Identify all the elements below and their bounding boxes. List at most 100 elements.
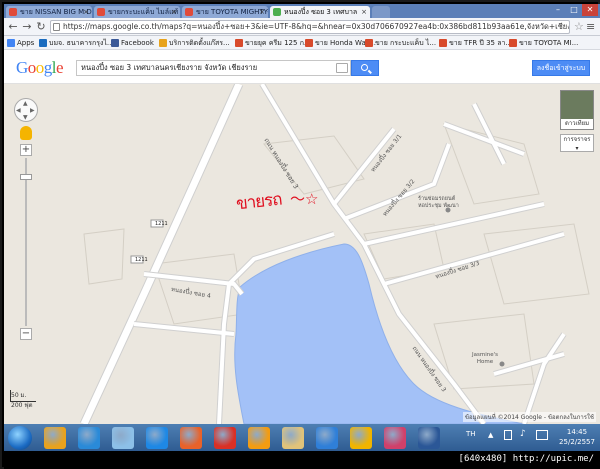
volume-icon[interactable]: ♪ [520,429,526,439]
page-icon [305,39,313,47]
maps-search-input[interactable]: หนองปึ๋ง ซอย 3 เทศบาลนครเชียงราย จังหวัด… [76,60,351,76]
bookmark-bank[interactable]: บมจ. ธนาคารกรุงไ... [38,37,114,49]
bookmark-gas[interactable]: บริการติดตั้งแก๊สร... [158,37,230,49]
map-scale: 50 ม. 200 ฟุต [10,390,36,409]
close-window-icon[interactable]: ✕ [582,4,598,16]
taskbar-app-icon[interactable] [78,427,100,449]
taskbar-app-icon[interactable] [282,427,304,449]
page-icon [39,39,47,47]
scale-metric: 50 ม. [11,392,27,399]
bookmark-tfr[interactable]: ขาย TFR ปี 35 ลา... [438,37,512,49]
taskbar-app-icon[interactable] [146,427,168,449]
tab-label: ขายกระบะแค็บ ไมล์แท้ [108,8,179,16]
zoom-out-button[interactable]: − [20,328,32,340]
flag-icon[interactable] [536,430,548,440]
maps-favicon-icon [273,8,281,16]
taskbar-app-icon[interactable] [350,427,372,449]
taskbar-app-icon[interactable] [44,427,66,449]
google-logo[interactable]: Google [16,58,64,78]
taskbar-app-icon[interactable] [316,427,338,449]
taskbar-app-icon[interactable] [214,427,236,449]
tab-label: ขาย NISSAN BIG M D [20,8,92,16]
start-button[interactable] [8,426,32,450]
taskbar-app-icon[interactable] [418,427,440,449]
tab-label: ขาย TOYOTA MIGHTY-X [196,8,268,16]
clock-time: 14:45 [566,428,588,436]
logo-letter: g [43,58,53,77]
taskbar-app-icon[interactable] [180,427,202,449]
satellite-toggle[interactable]: ดาวเทียม [560,90,594,130]
search-icon [361,64,368,71]
screen: ขาย NISSAN BIG M D × ขายกระบะแค็บ ไมล์แท… [0,0,600,469]
zoom-slider-track[interactable] [25,158,27,326]
logo-letter: o [35,58,45,77]
pan-up-icon[interactable]: ▲ [23,100,28,107]
page-icon [439,39,447,47]
forward-icon[interactable]: → [20,20,34,34]
satellite-label: ดาวเทียม [561,119,593,129]
close-tab-icon[interactable]: × [83,6,89,18]
tab-pickup[interactable]: ขายกระบะแค็บ ไมล์แท้ × [94,6,180,18]
logo-letter: G [16,58,28,77]
tab-label: หนองปึ๋ง ซอย 3 เทศบาล [284,8,358,16]
bookmark-star-icon[interactable]: ☆ [574,20,584,33]
language-indicator[interactable]: TH [466,430,476,438]
taskbar-app-icon[interactable] [112,427,134,449]
bookmark-facebook[interactable]: Facebook [110,37,154,49]
zoom-slider-handle[interactable] [20,174,32,180]
place-label-jasmine[interactable]: Jasmine's Home [472,352,498,366]
new-tab-button[interactable] [372,6,390,18]
pan-right-icon[interactable]: ▶ [30,107,35,114]
logo-letter: e [56,58,64,77]
scale-imperial: 200 ฟุต [11,402,33,409]
bookmark-pickup[interactable]: ขาย กระบะแค็บ ไ... [364,37,436,49]
close-tab-icon[interactable]: × [259,6,265,18]
tab-nissan[interactable]: ขาย NISSAN BIG M D × [6,6,92,18]
back-icon[interactable]: ← [6,20,20,34]
bookmark-label: ขาย TFR ปี 35 ลา... [449,39,513,47]
zoom-in-button[interactable]: + [20,144,32,156]
menu-icon[interactable]: ≡ [586,20,595,33]
tab-toyota[interactable]: ขาย TOYOTA MIGHTY-X × [182,6,268,18]
close-tab-icon[interactable]: × [361,6,367,18]
place-label-garage[interactable]: ร้านซ่อมรถยนต์ หอประชุม พัฒนา [418,196,459,210]
pegman-icon[interactable] [20,126,32,140]
close-tab-icon[interactable]: × [171,6,177,18]
bookmark-label: ขาย TOYOTA MI... [519,39,579,47]
search-value: หนองปึ๋ง ซอย 3 เทศบาลนครเชียงราย จังหวัด… [81,63,258,72]
system-clock[interactable]: 14:45 25/2/2557 [556,427,598,447]
map-copyright[interactable]: ข้อมูลแผนที่ ©2014 Google - ข้อตกลงในการ… [462,412,596,422]
pan-control[interactable]: ▲ ▼ ◀ ▶ [14,98,38,122]
network-icon[interactable] [504,430,512,440]
bookmark-cream[interactable]: ขายยุค ครีม 125 ก... [234,37,311,49]
address-bar[interactable]: https://maps.google.co.th/maps?q=หนองปึ๋… [50,20,570,34]
facebook-icon [111,39,119,47]
reload-icon[interactable]: ↻ [34,20,48,34]
sign-in-button[interactable]: ลงชื่อเข้าสู่ระบบ [532,60,590,76]
minimize-icon[interactable]: – [550,4,566,16]
keyboard-icon[interactable] [336,63,348,73]
lock-icon [53,23,60,31]
page-icon [235,39,243,47]
maximize-icon[interactable]: □ [566,4,582,16]
map-graphics [79,84,590,424]
bookmark-apps[interactable]: Apps [6,37,34,49]
traffic-label: การจราจร [563,136,591,143]
map-canvas[interactable]: 1211 1211 ถนน หนองปึ๋ง ซอย 3 หนองปึ๋ง ซอ… [4,84,600,424]
favicon-icon [9,8,17,16]
chevron-down-icon: ▾ [575,145,579,152]
traffic-toggle[interactable]: การจราจร ▾ [560,134,594,152]
bookmark-label: ขาย กระบะแค็บ ไ... [375,39,437,47]
taskbar-app-icon[interactable] [384,427,406,449]
pan-down-icon[interactable]: ▼ [23,114,28,121]
tab-maps[interactable]: หนองปึ๋ง ซอย 3 เทศบาล × [270,6,370,18]
browser-toolbar: ← → ↻ https://maps.google.co.th/maps?q=ห… [4,18,600,36]
bookmark-toyota[interactable]: ขาย TOYOTA MI... [508,37,578,49]
search-button[interactable] [351,60,379,76]
pan-left-icon[interactable]: ◀ [16,107,21,114]
page-icon [159,39,167,47]
handwritten-annotation: ขายรถ [235,189,283,215]
bookmark-label: Apps [17,39,35,47]
tray-arrow-icon[interactable]: ▲ [488,431,493,439]
taskbar-app-icon[interactable] [248,427,270,449]
